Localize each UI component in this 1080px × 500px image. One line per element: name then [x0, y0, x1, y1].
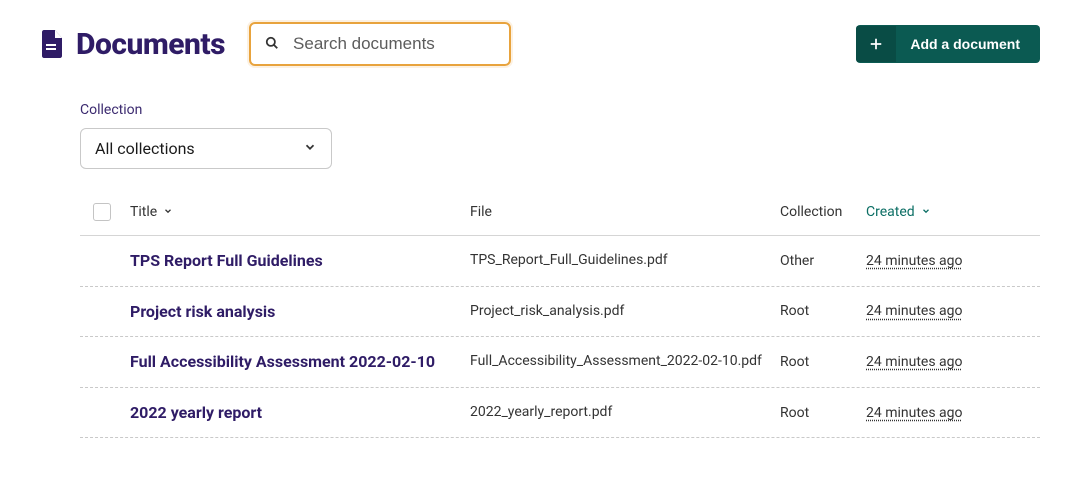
column-title-label: Title	[130, 204, 157, 220]
collection-filter-label: Collection	[80, 102, 1040, 118]
table-header: Title File Collection Created	[80, 195, 1040, 236]
collection-selected-value: All collections	[95, 139, 195, 158]
collection-select[interactable]: All collections	[80, 128, 332, 169]
row-file: Project_risk_analysis.pdf	[470, 302, 780, 322]
select-all-checkbox[interactable]	[93, 203, 111, 221]
column-created[interactable]: Created	[866, 204, 1040, 220]
page-title: Documents	[76, 27, 225, 62]
column-collection[interactable]: Collection	[780, 204, 866, 220]
select-all-cell	[80, 203, 130, 221]
row-title[interactable]: Full Accessibility Assessment 2022-02-10	[130, 351, 470, 373]
row-created[interactable]: 24 minutes ago	[866, 405, 1040, 421]
column-file[interactable]: File	[470, 204, 780, 220]
row-file: 2022_yearly_report.pdf	[470, 403, 780, 423]
add-document-button[interactable]: Add a document	[856, 25, 1040, 63]
column-collection-label: Collection	[780, 204, 842, 220]
row-collection: Root	[780, 405, 866, 421]
column-created-label: Created	[866, 204, 915, 220]
row-file: Full_Accessibility_Assessment_2022-02-10…	[470, 352, 780, 372]
row-title[interactable]: TPS Report Full Guidelines	[130, 250, 470, 272]
page-header: Documents Add a document	[0, 0, 1080, 66]
documents-table: Title File Collection Created	[80, 195, 1040, 438]
chevron-down-icon	[303, 139, 317, 158]
row-created[interactable]: 24 minutes ago	[866, 253, 1040, 269]
table-row: 2022 yearly report2022_yearly_report.pdf…	[80, 388, 1040, 439]
row-collection: Root	[780, 354, 866, 370]
table-row: TPS Report Full GuidelinesTPS_Report_Ful…	[80, 236, 1040, 287]
plus-icon	[856, 26, 896, 62]
row-collection: Other	[780, 253, 866, 269]
search-icon	[265, 35, 279, 54]
chevron-down-icon	[163, 204, 173, 220]
table-row: Project risk analysisProject_risk_analys…	[80, 287, 1040, 338]
document-icon	[40, 30, 64, 58]
row-created[interactable]: 24 minutes ago	[866, 354, 1040, 370]
content: Collection All collections Title Fi	[0, 66, 1080, 438]
search-box[interactable]	[249, 22, 511, 66]
row-created[interactable]: 24 minutes ago	[866, 303, 1040, 319]
column-title[interactable]: Title	[130, 204, 470, 220]
chevron-down-icon	[921, 204, 931, 220]
column-file-label: File	[470, 204, 492, 220]
row-file: TPS_Report_Full_Guidelines.pdf	[470, 251, 780, 271]
row-title[interactable]: Project risk analysis	[130, 301, 470, 323]
row-collection: Root	[780, 303, 866, 319]
title-wrap: Documents	[40, 27, 225, 62]
search-input[interactable]	[293, 34, 495, 54]
add-button-label: Add a document	[896, 25, 1040, 63]
table-row: Full Accessibility Assessment 2022-02-10…	[80, 337, 1040, 388]
row-title[interactable]: 2022 yearly report	[130, 402, 470, 424]
